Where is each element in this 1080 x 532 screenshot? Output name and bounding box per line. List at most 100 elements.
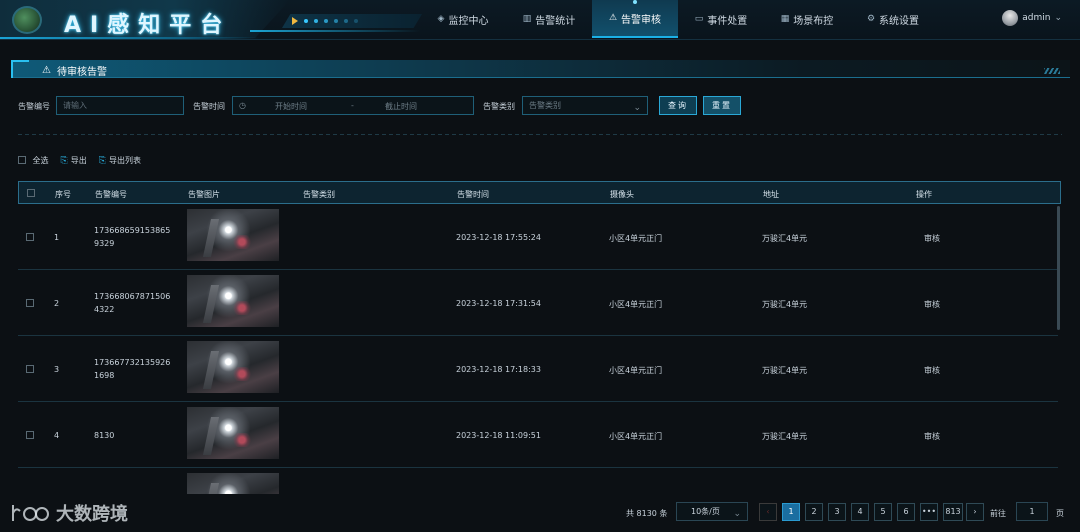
alarm-type-placeholder: 告警类别 bbox=[529, 101, 561, 110]
watermark-text: 大数跨境 bbox=[56, 504, 128, 525]
user-menu[interactable]: admin ⌄ bbox=[1002, 10, 1062, 26]
export-icon: ⎘ bbox=[60, 155, 68, 166]
reset-button[interactable]: 重置 bbox=[703, 96, 741, 115]
alarm-no-input[interactable] bbox=[56, 96, 184, 115]
header-decoration bbox=[282, 14, 422, 28]
th-image: 告警图片 bbox=[188, 190, 220, 199]
table-row bbox=[18, 468, 1058, 494]
page-button[interactable]: 2 bbox=[805, 503, 823, 521]
main-nav: ◈ 监控中心 ▥ 告警统计 ⚠ 告警审核 ▭ 事件处置 ▦ 场景布控 ⚙ 系统设… bbox=[420, 0, 936, 38]
alarm-time-range[interactable]: ◷ 开始时间 - 截止时间 bbox=[232, 96, 474, 115]
time-end-placeholder: 截止时间 bbox=[385, 102, 417, 111]
nav-label: 事件处置 bbox=[707, 15, 748, 27]
page-button[interactable]: 5 bbox=[874, 503, 892, 521]
row-checkbox[interactable] bbox=[26, 365, 34, 373]
event-icon: ▭ bbox=[694, 14, 704, 24]
deco-dot bbox=[354, 19, 358, 23]
nav-item-alarm-statistics[interactable]: ▥ 告警统计 bbox=[506, 0, 592, 38]
cell-time: 2023-12-18 17:55:24 bbox=[456, 233, 541, 242]
export-button[interactable]: ⎘ 导出 bbox=[61, 155, 87, 166]
page-button[interactable]: 4 bbox=[851, 503, 869, 521]
th-alarm-no: 告警编号 bbox=[95, 190, 127, 199]
clock-icon: ◷ bbox=[239, 101, 246, 110]
warning-icon: ⚠ bbox=[608, 13, 618, 23]
cell-index: 4 bbox=[54, 431, 60, 440]
nav-item-event-handling[interactable]: ▭ 事件处置 bbox=[678, 0, 764, 38]
cell-index: 3 bbox=[54, 365, 60, 374]
nav-label: 告警统计 bbox=[535, 15, 576, 27]
goto-label: 前往 bbox=[990, 509, 1006, 518]
alarm-image[interactable] bbox=[187, 407, 279, 459]
alarm-image[interactable] bbox=[187, 209, 279, 261]
chevron-down-icon: ⌄ bbox=[633, 103, 641, 113]
table-scrollbar[interactable] bbox=[1057, 206, 1060, 330]
page-button[interactable]: 3 bbox=[828, 503, 846, 521]
alarm-image[interactable] bbox=[187, 341, 279, 393]
query-button[interactable]: 查询 bbox=[659, 96, 697, 115]
cell-address: 万骏汇4单元 bbox=[762, 366, 808, 375]
filter-bar: 告警编号 告警时间 ◷ 开始时间 - 截止时间 告警类别 告警类别 ⌄ 查询 重… bbox=[18, 96, 778, 116]
page-size-select[interactable]: 10条/页 ⌄ bbox=[676, 502, 748, 521]
row-checkbox[interactable] bbox=[26, 233, 34, 241]
table-row: 3 1736677321359261698 2023-12-18 17:18:3… bbox=[18, 336, 1058, 402]
alarm-no-label: 告警编号 bbox=[18, 102, 50, 111]
cell-index: 1 bbox=[54, 233, 60, 242]
time-start-placeholder: 开始时间 bbox=[275, 102, 307, 111]
nav-item-scene-control[interactable]: ▦ 场景布控 bbox=[764, 0, 850, 38]
audit-link[interactable]: 审核 bbox=[924, 365, 940, 376]
bar-chart-icon: ▥ bbox=[522, 14, 532, 24]
nav-item-monitor-center[interactable]: ◈ 监控中心 bbox=[420, 0, 506, 38]
nav-label: 告警审核 bbox=[621, 14, 662, 26]
watermark: 大数跨境 bbox=[10, 500, 128, 526]
chevron-down-icon: ⌄ bbox=[733, 509, 741, 519]
nav-label: 监控中心 bbox=[448, 15, 489, 27]
logo-area: AI感知平台 bbox=[0, 0, 300, 42]
avatar bbox=[1002, 10, 1019, 26]
pagination: 共 8130 条 10条/页 ⌄ ‹ 1 2 3 4 5 6 ••• 813 ›… bbox=[620, 502, 1070, 522]
divider bbox=[18, 134, 1062, 135]
goto-page-input[interactable]: 1 bbox=[1016, 502, 1048, 521]
next-page-button[interactable]: › bbox=[966, 503, 984, 521]
page-button[interactable]: 1 bbox=[782, 503, 800, 521]
page-size-value: 10条/页 bbox=[691, 507, 720, 516]
section-header: ⚠ 待审核告警 bbox=[11, 60, 1070, 78]
total-count: 共 8130 条 bbox=[626, 509, 668, 518]
table-row: 4 8130 2023-12-18 11:09:51 小区4单元正门 万骏汇4单… bbox=[18, 402, 1058, 468]
deco-dot bbox=[344, 19, 348, 23]
cell-address: 万骏汇4单元 bbox=[762, 234, 808, 243]
more-pages-button[interactable]: ••• bbox=[920, 503, 938, 521]
scene-icon: ▦ bbox=[780, 14, 790, 24]
cell-address: 万骏汇4单元 bbox=[762, 432, 808, 441]
alarm-type-select[interactable]: 告警类别 ⌄ bbox=[522, 96, 648, 115]
deco-dot bbox=[324, 19, 328, 23]
cell-camera: 小区4单元正门 bbox=[609, 300, 663, 309]
select-all-checkbox[interactable] bbox=[18, 156, 26, 164]
audit-link[interactable]: 审核 bbox=[924, 431, 940, 442]
nav-item-alarm-review[interactable]: ⚠ 告警审核 bbox=[592, 0, 678, 38]
th-action: 操作 bbox=[916, 190, 932, 199]
alarm-type-label: 告警类别 bbox=[483, 102, 515, 111]
audit-link[interactable]: 审核 bbox=[924, 233, 940, 244]
page-button[interactable]: 813 bbox=[943, 503, 963, 521]
section-title-text: 待审核告警 bbox=[56, 67, 107, 78]
play-triangle-icon bbox=[292, 17, 298, 25]
select-all-toggle[interactable]: 全选 bbox=[18, 155, 49, 166]
chevron-down-icon: ⌄ bbox=[1054, 13, 1062, 23]
row-checkbox[interactable] bbox=[26, 431, 34, 439]
alarm-image[interactable] bbox=[187, 473, 279, 494]
prev-page-button[interactable]: ‹ bbox=[759, 503, 777, 521]
warning-icon: ⚠ bbox=[42, 65, 51, 76]
export-list-button[interactable]: ⎘ 导出列表 bbox=[99, 155, 141, 166]
alarm-image[interactable] bbox=[187, 275, 279, 327]
page-button[interactable]: 6 bbox=[897, 503, 915, 521]
nav-label: 系统设置 bbox=[879, 15, 920, 27]
cell-time: 2023-12-18 17:31:54 bbox=[456, 299, 541, 308]
cell-address: 万骏汇4单元 bbox=[762, 300, 808, 309]
header-checkbox[interactable] bbox=[27, 189, 35, 197]
nav-item-system-settings[interactable]: ⚙ 系统设置 bbox=[850, 0, 936, 38]
row-checkbox[interactable] bbox=[26, 299, 34, 307]
audit-link[interactable]: 审核 bbox=[924, 299, 940, 310]
section-title: ⚠ 待审核告警 bbox=[42, 63, 107, 78]
watermark-logo-icon bbox=[10, 501, 50, 525]
th-camera: 摄像头 bbox=[610, 190, 634, 199]
